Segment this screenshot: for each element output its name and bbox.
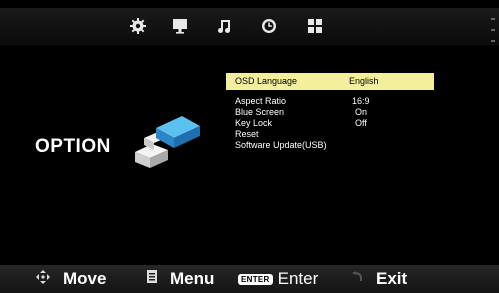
- clock-icon[interactable]: [260, 17, 278, 35]
- menu-icon: [147, 270, 157, 288]
- menu-item-key-lock[interactable]: Key Lock Off: [226, 118, 434, 129]
- gear-icon[interactable]: [129, 17, 147, 35]
- grid-icon[interactable]: [306, 17, 324, 35]
- move-label: Move: [63, 269, 107, 288]
- menu-item-label: Blue Screen: [235, 107, 285, 117]
- enter-key-icon: ENTER: [238, 273, 273, 285]
- tab-bar: [0, 8, 499, 45]
- menu-item-label: Aspect Ratio: [235, 96, 287, 106]
- menu-item-software-update[interactable]: Software Update(USB): [226, 140, 434, 151]
- menu-item-value: Off: [355, 118, 367, 128]
- hint-bar: Move Menu ENTER Enter Exit: [0, 265, 499, 293]
- arrows-icon: [36, 269, 50, 289]
- menu-item-label: Software Update(USB): [235, 140, 327, 150]
- move-hint: Move: [36, 269, 106, 289]
- menu-item-reset[interactable]: Reset: [226, 129, 434, 140]
- option-graphic-icon: [130, 112, 202, 172]
- menu-hint: Menu: [147, 269, 214, 289]
- menu-item-value: 16:9: [352, 96, 370, 106]
- monitor-icon[interactable]: [171, 17, 189, 35]
- section-title: OPTION: [35, 136, 111, 157]
- exit-label: Exit: [376, 269, 408, 288]
- scroll-marks: [491, 18, 495, 44]
- enter-hint: ENTER Enter: [238, 269, 318, 289]
- enter-label: Enter: [277, 269, 319, 288]
- menu-item-label: Key Lock: [235, 118, 273, 128]
- exit-arrow-icon: [351, 270, 363, 288]
- option-menu-list: OSD Language English Aspect Ratio 16:9 B…: [226, 73, 434, 151]
- menu-item-value: English: [349, 76, 379, 86]
- menu-item-label: Reset: [235, 129, 259, 139]
- tv-menu-screen: OPTION OSD Language English Aspect Ratio…: [0, 0, 499, 293]
- menu-item-label: OSD Language: [235, 76, 298, 86]
- music-note-icon[interactable]: [216, 17, 234, 35]
- menu-label: Menu: [170, 269, 215, 288]
- menu-item-value: On: [355, 107, 368, 117]
- menu-item-blue-screen[interactable]: Blue Screen On: [226, 107, 434, 118]
- menu-item-aspect-ratio[interactable]: Aspect Ratio 16:9: [226, 96, 434, 107]
- menu-item-osd-language[interactable]: OSD Language English: [226, 73, 434, 90]
- exit-hint: Exit: [351, 269, 407, 289]
